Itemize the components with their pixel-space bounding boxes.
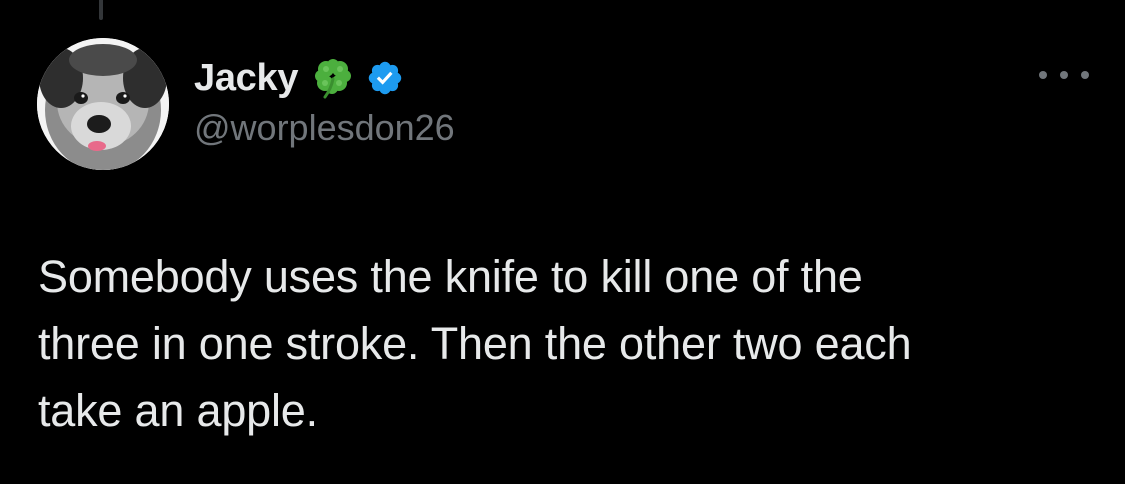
thread-connector-line <box>99 0 103 20</box>
ellipsis-icon-dot <box>1081 71 1089 79</box>
ellipsis-icon-dot <box>1060 71 1068 79</box>
tweet-body-text: Somebody uses the knife to kill one of t… <box>38 251 912 436</box>
four-leaf-clover-icon <box>312 57 354 99</box>
ellipsis-icon <box>1039 71 1047 79</box>
author-display-name[interactable]: Jacky <box>194 52 298 104</box>
more-options-button[interactable] <box>1039 62 1089 88</box>
avatar[interactable] <box>37 38 169 170</box>
author-handle[interactable]: @worplesdon26 <box>194 106 455 150</box>
author-name-row: Jacky <box>194 52 455 104</box>
dog-avatar-image <box>37 38 169 170</box>
verified-badge-icon[interactable] <box>366 59 404 97</box>
tweet-header: Jacky @worplesdon26 <box>194 52 455 150</box>
